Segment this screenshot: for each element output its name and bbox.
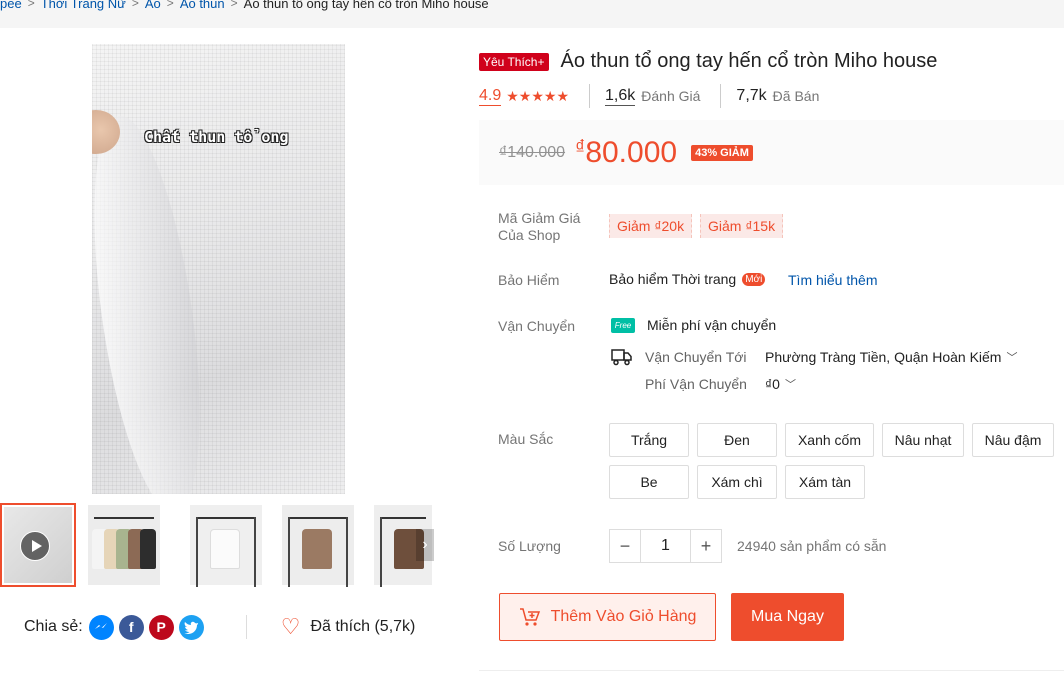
color-option[interactable]: Be [609,465,689,499]
quantity-stepper: − 1 + [609,529,722,563]
shipping-fee-selector[interactable]: ₫0 ﹀ [765,376,796,392]
thumbnail-image[interactable] [86,503,162,587]
ship-to-row: Vận Chuyển Tới [611,348,747,366]
thumbnail-image[interactable] [280,503,356,587]
voucher-chip[interactable]: Giảm ₫15k [700,214,784,238]
new-badge: Mới [742,272,766,286]
rating-row: 4.9 ★★★★★ 1,6k Đánh Giá 7,7k Đã Bán [479,84,819,108]
product-card: Chất thun tổ ong › Chia sẻ: f P ♡ Đã thí… [0,28,1064,681]
breadcrumb-item-type[interactable]: Áo thun [180,0,225,11]
ship-to-selector[interactable]: Phường Tràng Tiền, Quận Hoàn Kiếm ﹀ [765,349,1017,365]
facebook-icon[interactable]: f [118,614,144,640]
product-main-image[interactable]: Chất thun tổ ong [0,44,444,496]
messenger-icon[interactable] [88,614,114,640]
cart-plus-icon [519,607,541,627]
reviews-count[interactable]: 1,6k [605,87,636,106]
color-label: Màu Sắc [498,431,554,447]
currency-symbol: ₫ [575,136,586,159]
color-option[interactable]: Xám chì [697,465,777,499]
pinterest-icon[interactable]: P [148,614,174,640]
color-option[interactable]: Nâu nhạt [882,423,964,457]
increase-button[interactable]: + [691,530,721,562]
liked-count: Đã thích (5,7k) [310,618,416,635]
learn-more-link[interactable]: Tìm hiểu thêm [788,272,877,288]
ship-to-address: Phường Tràng Tiền, Quận Hoàn Kiếm [765,349,1002,365]
sold-label: Đã Bán [772,88,820,104]
thumbnail-image[interactable] [188,503,264,587]
add-to-cart-label: Thêm Vào Giỏ Hàng [550,608,697,625]
thumbnail-strip: › [0,503,444,587]
breadcrumb-item-home[interactable]: pee [0,0,22,11]
thumbnail-video[interactable] [0,503,76,587]
quantity-label: Số Lượng [498,538,561,554]
chevron-right-icon: > [230,0,238,10]
stock-text: 24940 sản phẩm có sẵn [737,538,887,554]
add-to-cart-button[interactable]: Thêm Vào Giỏ Hàng [499,593,716,641]
reviews-label: Đánh Giá [641,88,701,104]
sold-count: 7,7k [736,87,767,104]
favorite-badge: Yêu Thích+ [479,52,549,71]
chevron-right-icon[interactable]: › [416,529,434,561]
insurance-text: Bảo hiểm Thời trang [609,271,737,287]
image-caption: Chất thun tổ ong [144,128,289,146]
color-option[interactable]: Xám tàn [785,465,865,499]
thumbnail-image[interactable]: › [372,503,434,587]
chevron-down-icon: ﹀ [784,379,796,391]
color-option[interactable]: Xanh cốm [785,423,874,457]
rating-score[interactable]: 4.9 [479,87,502,106]
insurance-value: Bảo hiểm Thời trang Mới [609,271,766,287]
breadcrumb-item-subcategory[interactable]: Áo [145,0,161,11]
current-price-value: 80.000 [585,135,678,169]
truck-icon [611,348,633,366]
price-box: ₫140.000 ₫80.000 43% GIẢM [479,120,1064,185]
original-price: ₫140.000 [499,143,566,161]
breadcrumb: pee > Thời Trang Nữ > Áo > Áo thun > Áo … [0,0,489,13]
decrease-button[interactable]: − [610,530,640,562]
shipping-label: Vận Chuyển [498,318,576,334]
buy-now-button[interactable]: Mua Ngay [731,593,844,641]
product-title: Áo thun tổ ong tay hến cổ tròn Miho hous… [560,50,938,72]
breadcrumb-item-current: Áo thun tổ ong tay hến cổ tròn Miho hous… [243,0,489,11]
free-shipping-icon: Free [611,317,635,333]
voucher-label: Mã Giảm Giá Của Shop [498,210,581,243]
breadcrumb-item-category[interactable]: Thời Trang Nữ [41,0,126,11]
free-shipping-row: Free Miễn phí vận chuyển [611,317,776,333]
chevron-right-icon: > [27,0,35,10]
fabric-photo: Chất thun tổ ong [92,44,345,494]
share-label: Chia sẻ: [24,618,83,635]
insurance-label: Bảo Hiểm [498,272,560,288]
chevron-right-icon: > [166,0,174,10]
chevron-down-icon: ﹀ [1006,352,1018,364]
heart-icon[interactable]: ♡ [281,614,301,640]
star-rating-icon: ★★★★★ [506,87,570,104]
chevron-right-icon: > [131,0,139,10]
quantity-input[interactable]: 1 [640,530,691,562]
shipping-fee-label: Phí Vận Chuyển [645,376,747,392]
current-price: ₫80.000 [575,136,677,170]
play-icon [20,531,50,561]
ship-to-label: Vận Chuyển Tới [645,349,747,365]
product-title-row: Yêu Thích+ Áo thun tổ ong tay hến cổ trò… [479,50,937,73]
share-row: Chia sẻ: f P ♡ Đã thích (5,7k) [24,612,415,642]
free-shipping-text: Miễn phí vận chuyển [647,317,777,333]
voucher-chip[interactable]: Giảm ₫20k [609,214,693,238]
shipping-fee-value: ₫0 [765,376,780,392]
discount-badge: 43% GIẢM [691,144,753,161]
color-option[interactable]: Đen [697,423,777,457]
color-option[interactable]: Trắng [609,423,689,457]
twitter-icon[interactable] [178,614,204,640]
color-option[interactable]: Nâu đậm [972,423,1054,457]
